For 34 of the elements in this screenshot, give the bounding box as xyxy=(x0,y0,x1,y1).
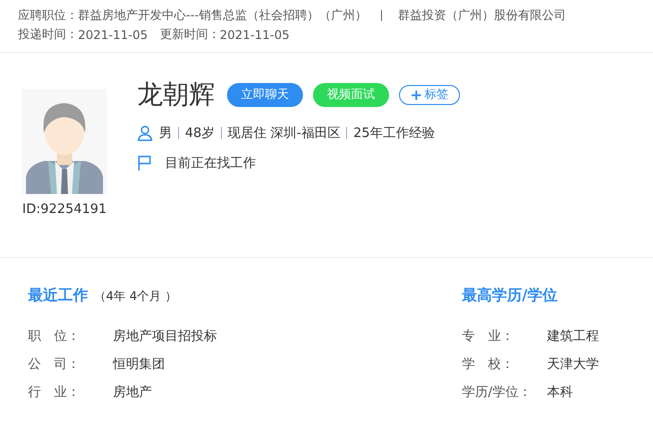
field-value: 房地产 xyxy=(113,384,152,401)
candidate-fact: 48岁 xyxy=(185,125,215,142)
field-label: 学 校： xyxy=(462,356,515,373)
flag-icon xyxy=(137,155,153,171)
candidate-fact: 男 xyxy=(159,125,172,142)
sent-label: 投递时间： xyxy=(18,26,78,43)
section-title: 最近工作 xyxy=(28,286,88,305)
chat-button[interactable]: 立即聊天 xyxy=(227,82,303,106)
video-button[interactable]: 视频面试 xyxy=(313,82,389,106)
candidate-name: 龙朝辉 xyxy=(137,79,215,112)
field-value: 房地产项目招投标 xyxy=(113,328,217,345)
field-label: 公 司： xyxy=(28,356,81,373)
position-title: 群益房地产开发中心---销售总监（社会招聘）（广州） xyxy=(78,7,367,24)
company-name: 群益投资（广州）股份有限公司 xyxy=(398,7,566,24)
updated-date: 2021-11-05 xyxy=(220,28,290,42)
person-icon xyxy=(137,125,153,141)
candidate-fact: 25年工作经验 xyxy=(353,125,435,142)
tag-button[interactable]: +标签 xyxy=(399,84,460,104)
candidate-id: ID:92254191 xyxy=(22,202,107,217)
updated-label: 更新时间： xyxy=(160,26,220,43)
sent-date: 2021-11-05 xyxy=(78,28,148,42)
field-label: 职 位： xyxy=(28,328,81,345)
field-label: 专 业： xyxy=(462,328,515,345)
job-status: 目前正在找工作 xyxy=(165,155,256,172)
field-label: 学历/学位： xyxy=(462,384,532,401)
section-title: 最高学历/学位 xyxy=(462,286,558,305)
field-value: 天津大学 xyxy=(547,356,599,373)
field-label: 行 业： xyxy=(28,384,81,401)
field-value: 建筑工程 xyxy=(547,328,599,345)
field-value: 恒明集团 xyxy=(113,356,165,373)
field-value: 本科 xyxy=(547,384,573,401)
candidate-fact: 现居住 深圳-福田区 xyxy=(228,125,340,142)
work-duration: （4年 4个月 ） xyxy=(94,288,177,305)
position-label: 应聘职位： xyxy=(18,7,78,24)
